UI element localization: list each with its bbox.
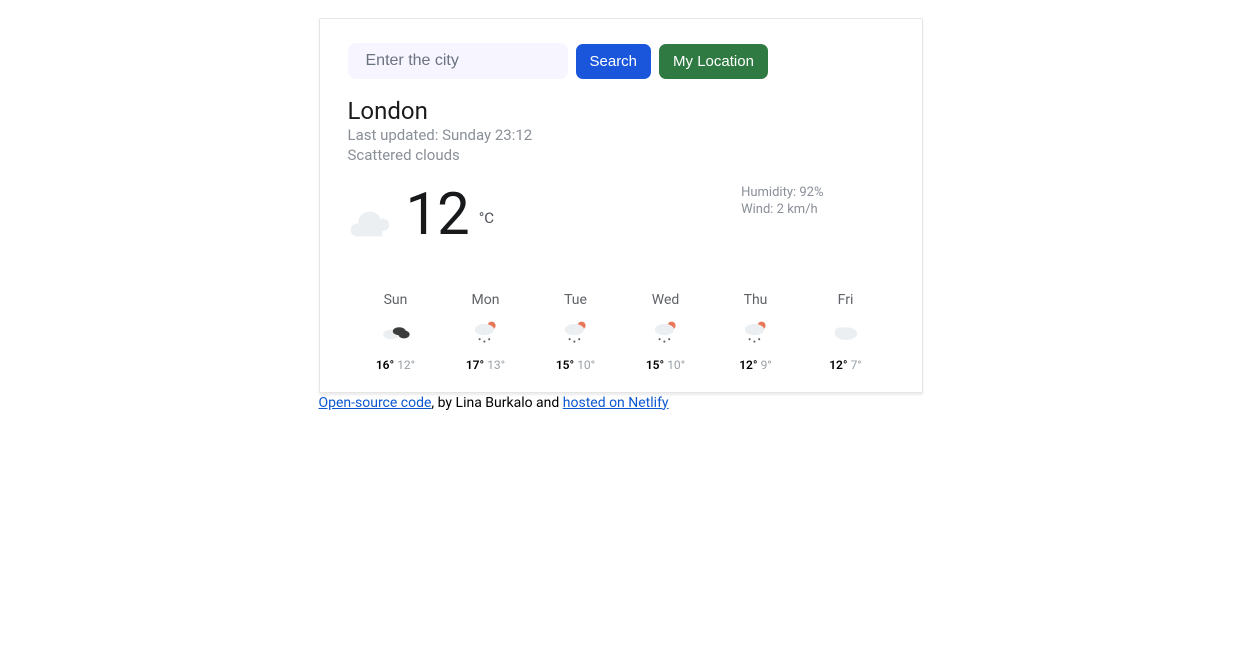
rain-icon <box>560 318 592 346</box>
city-name: London <box>348 97 894 125</box>
my-location-button[interactable]: My Location <box>659 44 768 79</box>
forecast-low: 7° <box>851 358 862 372</box>
forecast-day-label: Fri <box>838 292 854 308</box>
rain-icon <box>740 318 772 346</box>
footer-text: , by Lina Burkalo and <box>431 395 562 411</box>
forecast-day: Mon 17°13° <box>446 292 526 372</box>
forecast-high: 15° <box>556 358 574 372</box>
forecast-low: 10° <box>577 358 595 372</box>
forecast-day-label: Thu <box>744 292 768 308</box>
temp-unit: °C <box>479 203 494 227</box>
cloud-icon <box>348 210 392 238</box>
last-updated: Last updated: Sunday 23:12 <box>348 125 894 145</box>
forecast-high: 12° <box>829 358 847 372</box>
forecast-high: 16° <box>376 358 394 372</box>
forecast-low: 9° <box>761 358 772 372</box>
forecast-day: Sun 16°12° <box>356 292 436 372</box>
forecast-low: 10° <box>667 358 685 372</box>
forecast-row: Sun16°12°Mon17°13°Tue15°10°Wed15°10°Thu1… <box>348 292 894 372</box>
forecast-temps: 17°13° <box>466 358 505 372</box>
city-search-input[interactable] <box>348 43 568 79</box>
netlify-link[interactable]: hosted on Netlify <box>563 395 669 411</box>
forecast-day-label: Wed <box>652 292 680 308</box>
forecast-high: 17° <box>466 358 484 372</box>
forecast-day-label: Mon <box>472 292 500 308</box>
humidity: Humidity: 92% <box>741 184 823 202</box>
footer: Open-source code, by Lina Burkalo and ho… <box>319 395 923 411</box>
forecast-day: Tue 15°10° <box>536 292 616 372</box>
forecast-high: 15° <box>646 358 664 372</box>
forecast-high: 12° <box>739 358 757 372</box>
cloud-icon <box>830 318 862 346</box>
weather-card: Search My Location London Last updated: … <box>319 18 923 393</box>
forecast-day-label: Tue <box>564 292 587 308</box>
forecast-temps: 15°10° <box>556 358 595 372</box>
forecast-day: Wed 15°10° <box>626 292 706 372</box>
forecast-day: Fri 12° 7° <box>806 292 886 372</box>
forecast-temps: 12° 7° <box>829 358 862 372</box>
forecast-low: 12° <box>397 358 415 372</box>
forecast-temps: 16°12° <box>376 358 415 372</box>
rain-icon <box>650 318 682 346</box>
current-weather: London Last updated: Sunday 23:12 Scatte… <box>348 97 894 244</box>
current-temp: 12 <box>406 186 469 244</box>
wind: Wind: 2 km/h <box>741 201 823 219</box>
forecast-temps: 12° 9° <box>739 358 772 372</box>
rain-icon <box>470 318 502 346</box>
search-row: Search My Location <box>348 43 894 79</box>
forecast-day-label: Sun <box>384 292 408 308</box>
open-source-link[interactable]: Open-source code <box>319 395 432 411</box>
forecast-day: Thu 12° 9° <box>716 292 796 372</box>
broken-clouds-icon <box>380 318 412 346</box>
search-button[interactable]: Search <box>576 44 652 79</box>
forecast-low: 13° <box>487 358 505 372</box>
forecast-temps: 15°10° <box>646 358 685 372</box>
weather-description: Scattered clouds <box>348 145 894 165</box>
